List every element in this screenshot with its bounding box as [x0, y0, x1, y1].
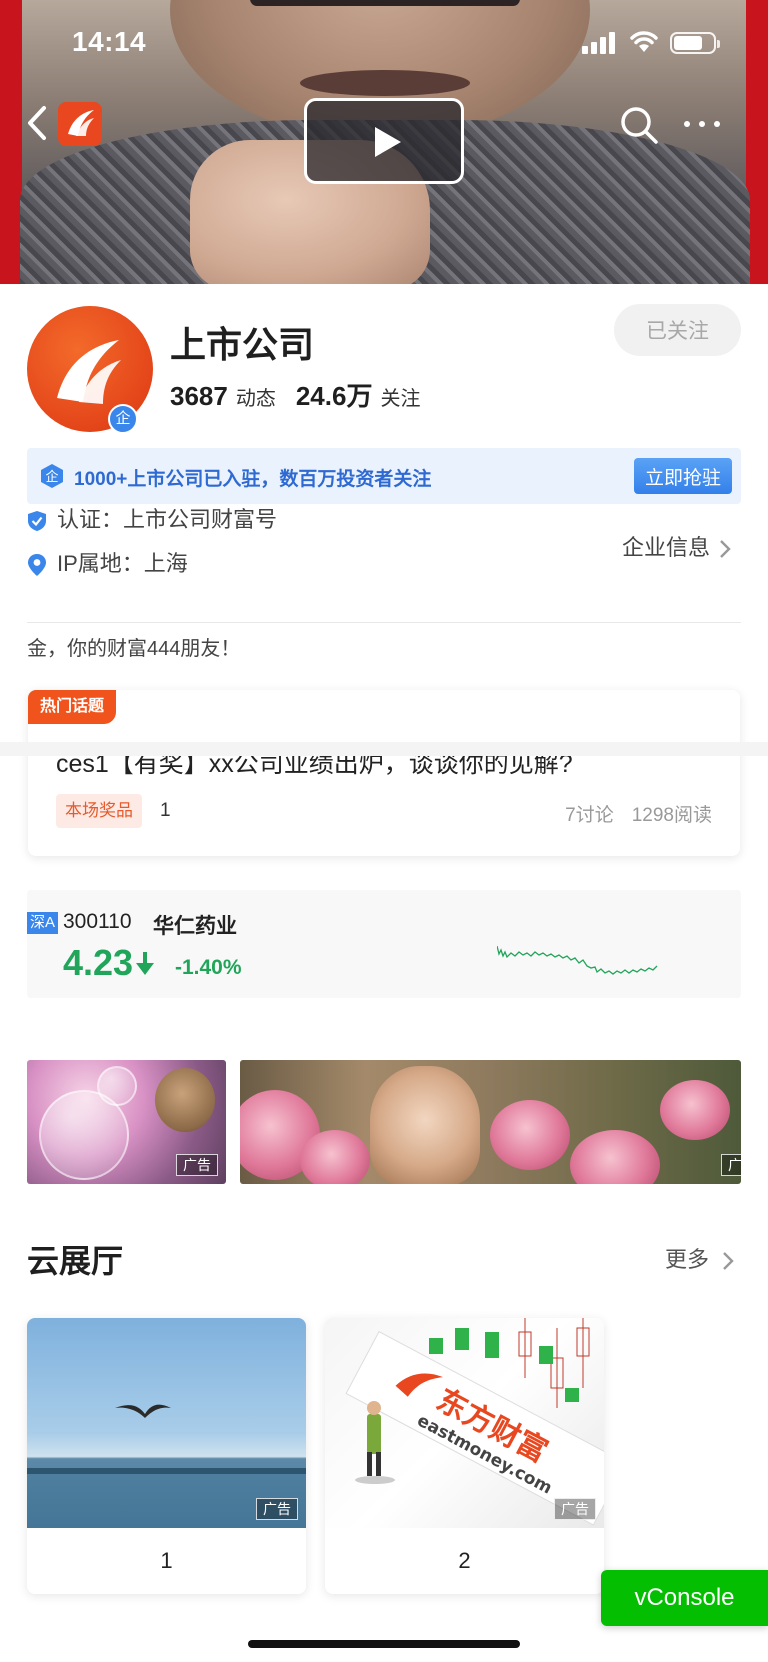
cloud-hall-card-1[interactable]: 广告 1 — [27, 1318, 306, 1594]
posts-label: 动态 — [235, 388, 276, 410]
chevron-right-icon — [720, 540, 731, 559]
greeting-text: 金，你的财富444朋友！ — [27, 638, 241, 660]
followers-label: 关注 — [380, 388, 421, 410]
flower-decoration — [660, 1080, 730, 1140]
vconsole-button[interactable]: vConsole — [601, 1570, 768, 1626]
enterprise-shield-icon: 企 — [41, 464, 63, 488]
back-icon[interactable] — [22, 100, 52, 146]
corp-info-link[interactable]: 企业信息 — [622, 530, 732, 562]
girl-painting-image — [370, 1066, 480, 1184]
seagull-sea-image: 广告 — [27, 1318, 306, 1528]
cloud-hall-title: 云展厅 — [27, 1243, 124, 1279]
search-icon[interactable] — [618, 104, 660, 146]
home-indicator[interactable] — [248, 1640, 520, 1648]
wifi-icon — [630, 31, 658, 52]
location-pin-icon — [28, 554, 46, 577]
profile-stats: 3687 动态 24.6万 关注 — [170, 376, 420, 413]
candlestick-decoration: 东方财富 eastmoney.com — [345, 1318, 604, 1526]
cloud-hall-card-2[interactable]: 东方财富 eastmoney.com 广告 2 — [325, 1318, 604, 1594]
divider — [27, 622, 741, 623]
verified-shield-icon — [28, 511, 46, 532]
play-icon — [375, 127, 401, 157]
ip-location-row: IP属地：上海 — [27, 546, 188, 578]
market-badge: 深A — [27, 912, 59, 934]
enterprise-badge: 企 — [108, 404, 138, 434]
page-title: 上市公司 — [170, 324, 315, 365]
follow-button[interactable]: 已关注 — [614, 304, 741, 356]
verification-text: 认证：上市公司财富号 — [57, 507, 278, 532]
stock-quote-card[interactable]: 深A 300110 华仁药业 4.23 -1.40% — [27, 890, 741, 998]
stock-code: 300110 — [63, 910, 132, 933]
status-time: 14:14 — [72, 26, 147, 57]
bubble-decoration — [97, 1066, 137, 1106]
cloud-hall-more-link[interactable]: 更多 — [665, 1242, 735, 1274]
card-caption: 2 — [458, 1548, 471, 1573]
verification-row: 认证：上市公司财富号 — [27, 502, 277, 534]
ad-label: 广 — [721, 1154, 741, 1176]
banner-text: 1000+上市公司已入驻，数百万投资者关注 — [74, 469, 432, 490]
ad-label: 广告 — [176, 1154, 218, 1176]
chevron-right-icon — [723, 1252, 734, 1271]
ip-location-text: IP属地：上海 — [57, 551, 188, 576]
play-button[interactable] — [304, 98, 464, 184]
flower-decoration — [570, 1130, 660, 1184]
topic-meta: 7讨论 1298阅读 — [565, 800, 712, 827]
stock-sparkline — [497, 945, 658, 975]
prize-value: 1 — [160, 800, 171, 821]
cellular-signal-icon — [582, 30, 618, 54]
discussion-count: 7讨论 — [565, 805, 614, 826]
card-caption: 1 — [160, 1548, 173, 1573]
eastmoney-logo-icon[interactable] — [58, 102, 102, 146]
cover-video[interactable]: 14:14 — [0, 0, 768, 284]
corp-info-label: 企业信息 — [622, 535, 711, 560]
arrow-down-icon — [136, 952, 154, 975]
prize-tag: 本场奖品 — [56, 794, 142, 828]
section-gap — [0, 742, 768, 756]
svg-text:企: 企 — [45, 469, 58, 485]
ad-label: 广告 — [554, 1498, 596, 1520]
status-bar: 14:14 — [0, 0, 768, 86]
hot-topic-tag: 热门话题 — [28, 690, 117, 724]
ad-label: 广告 — [256, 1498, 298, 1520]
stock-name: 华仁药业 — [153, 915, 237, 938]
ad-banner-1[interactable]: 广告 — [27, 1060, 226, 1184]
settle-in-button[interactable]: 立即抢驻 — [634, 458, 732, 494]
stock-change: -1.40% — [175, 956, 242, 979]
more-icon[interactable] — [682, 118, 722, 130]
read-count: 1298阅读 — [631, 805, 712, 826]
flower-decoration — [490, 1100, 570, 1170]
teddy-bear-image — [155, 1068, 215, 1132]
hot-topic-card[interactable]: 热门话题 ces1【有奖】xx公司业绩出炉，谈谈你的见解? 本场奖品 1 7讨论… — [28, 690, 740, 856]
battery-icon — [670, 32, 720, 54]
posts-count: 3687 — [170, 381, 228, 411]
settle-in-banner[interactable]: 企 1000+上市公司已入驻，数百万投资者关注 立即抢驻 — [27, 448, 741, 504]
followers-count: 24.6万 — [295, 381, 373, 411]
eastmoney-poster-image: 东方财富 eastmoney.com 广告 — [325, 1318, 604, 1528]
flower-decoration — [300, 1130, 370, 1184]
stock-price: 4.23 — [63, 942, 134, 983]
more-label: 更多 — [665, 1247, 710, 1272]
seagull-icon — [27, 1404, 306, 1528]
ad-banner-2[interactable]: 广 — [240, 1060, 741, 1184]
